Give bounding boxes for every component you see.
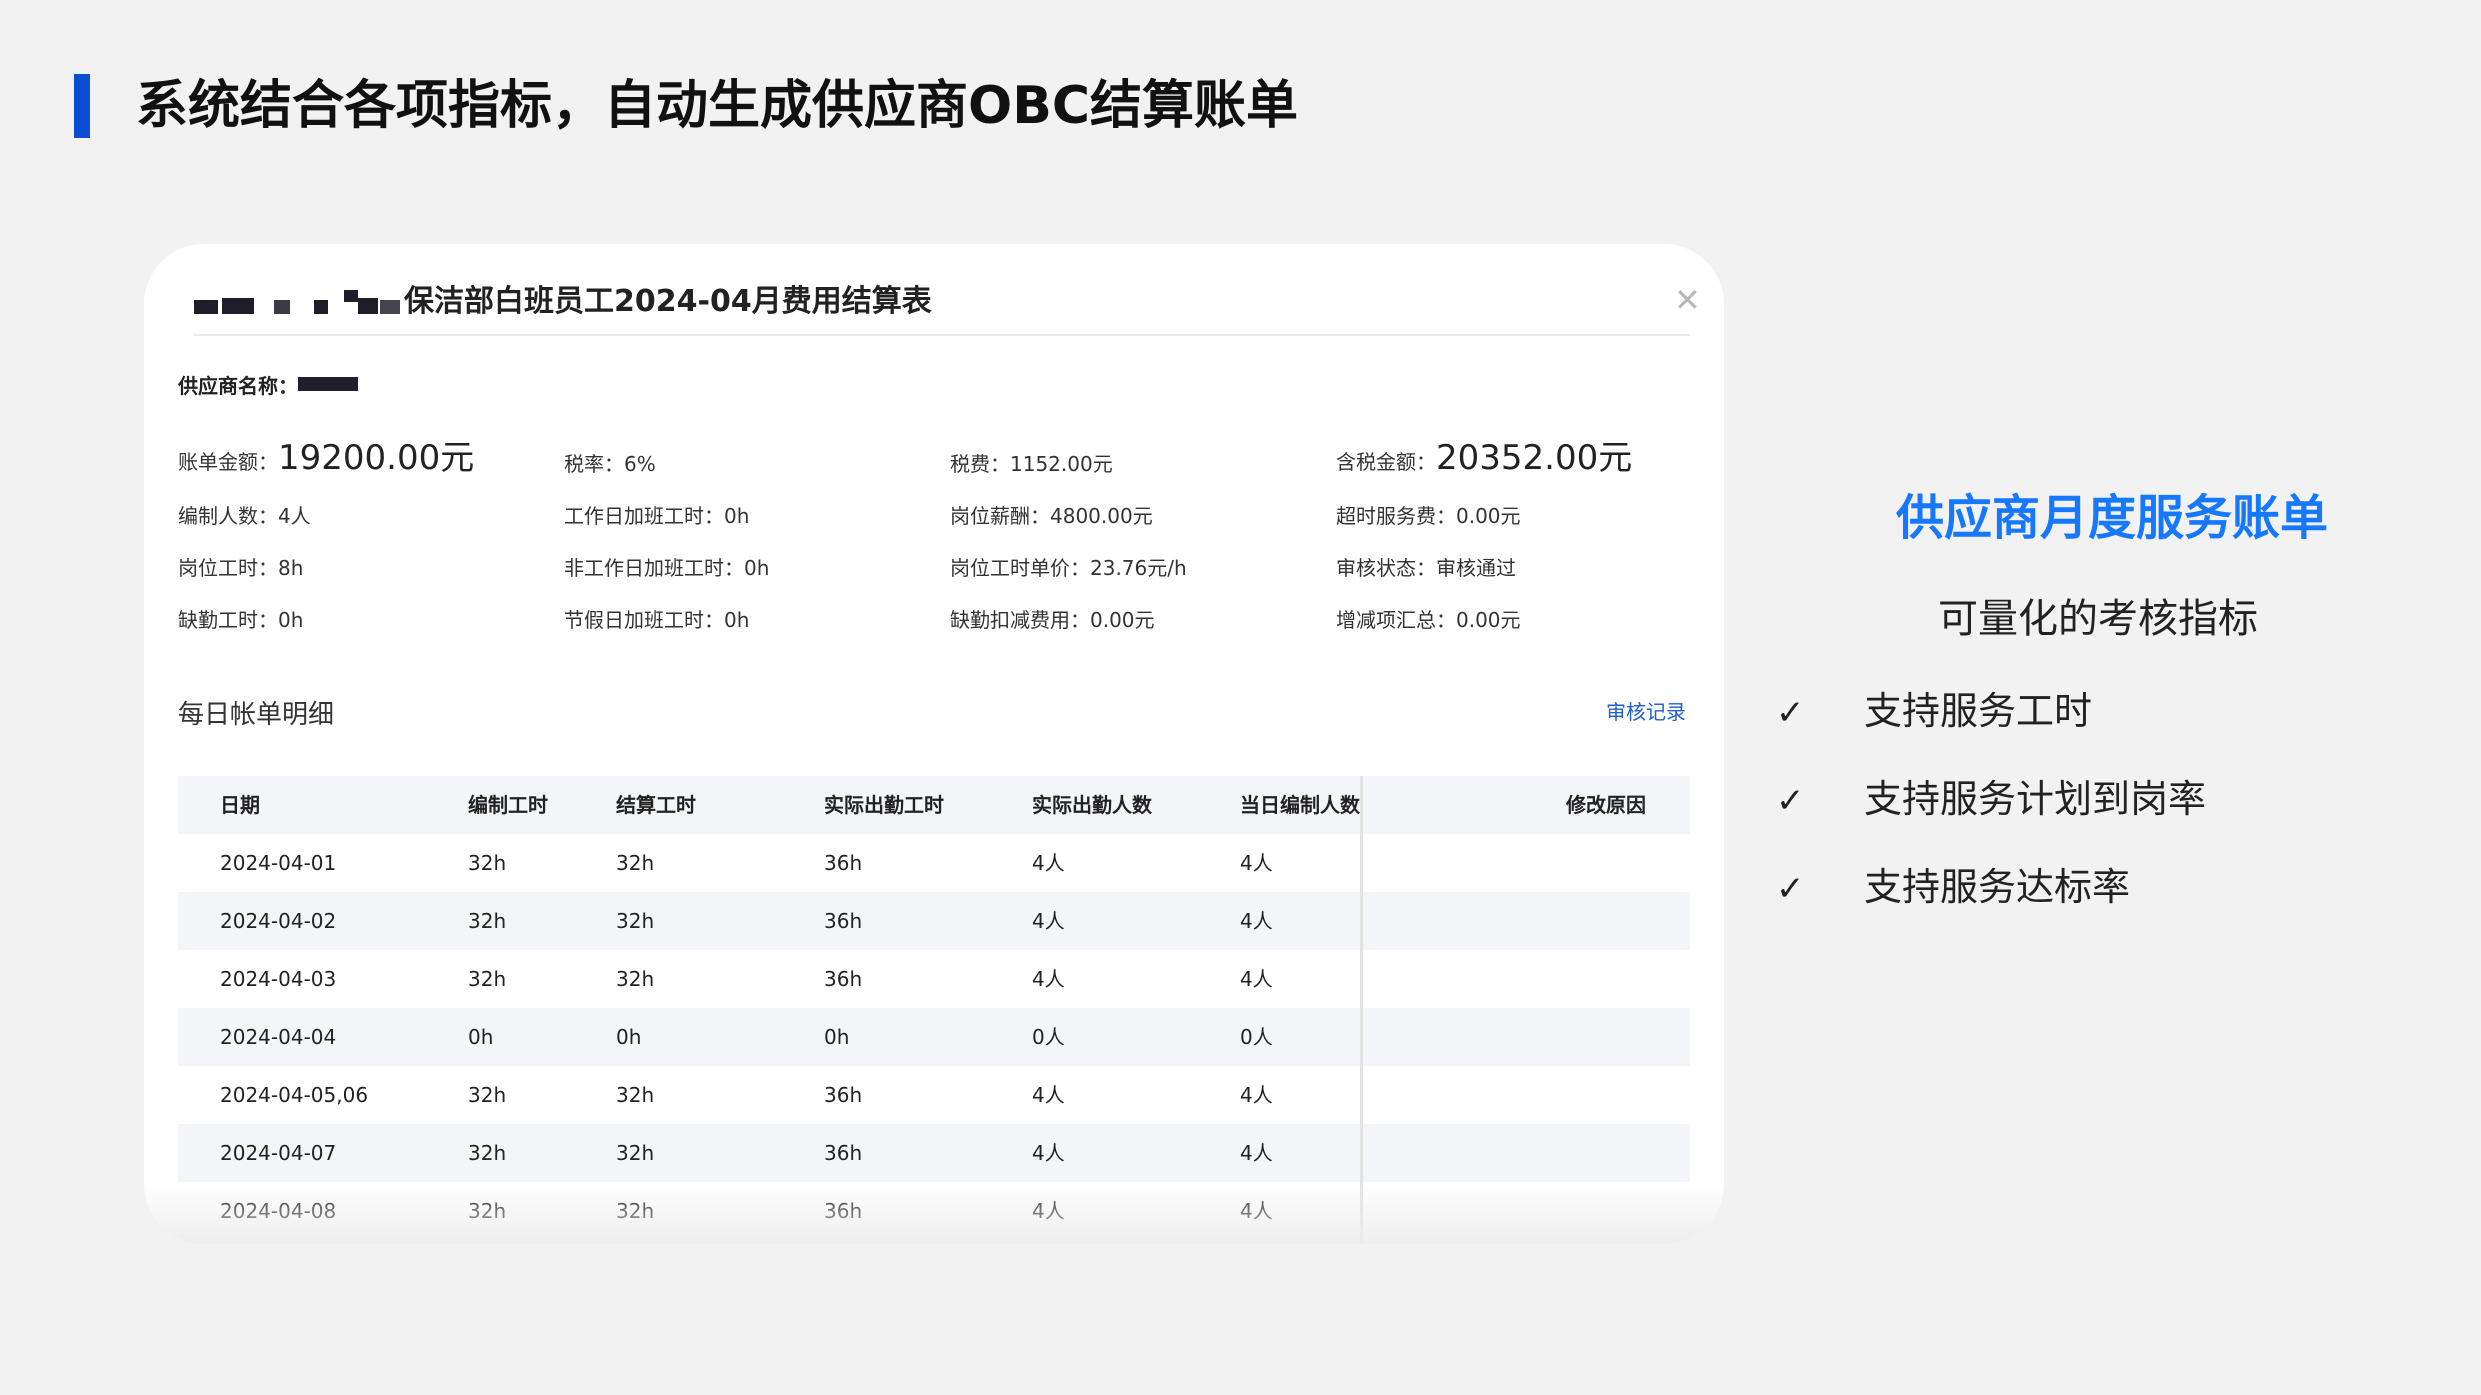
column-header[interactable]: 当日编制人数 [1240, 776, 1360, 834]
redacted-supplier-name [298, 373, 362, 397]
supplier-name: 供应商名称： [178, 370, 362, 399]
table-cell: 32h [468, 851, 507, 875]
fixed-column-divider [1360, 776, 1363, 1244]
table-cell: 4人 [1032, 1141, 1065, 1165]
table-cell: 36h [824, 1199, 863, 1223]
absence-deduction: 缺勤扣减费用：0.00元 [950, 608, 1155, 632]
non-workday-overtime: 非工作日加班工时：0h [564, 556, 770, 580]
bullet-item: ✓ 支持服务工时 [1776, 689, 2093, 733]
table-cell: 36h [824, 1141, 863, 1165]
position-hours: 岗位工时：8h [178, 556, 304, 580]
table-cell: 2024-04-02 [220, 909, 337, 933]
total-amount-value: 20352.00元 [1436, 438, 1633, 478]
headcount: 编制人数：4人 [178, 504, 311, 528]
table-cell: 32h [616, 967, 655, 991]
table-cell: 36h [824, 851, 863, 875]
table-cell: 4人 [1032, 1199, 1065, 1223]
hourly-price: 岗位工时单价：23.76元/h [950, 556, 1187, 580]
check-icon: ✓ [1776, 693, 1805, 733]
table-cell: 0人 [1032, 1025, 1065, 1049]
tax-rate: 税率：6% [564, 452, 656, 476]
column-header[interactable]: 实际出勤人数 [1032, 776, 1152, 834]
table-cell: 2024-04-01 [220, 851, 337, 875]
table-cell: 36h [824, 1083, 863, 1107]
sheet-title-text: 保洁部白班员工2024-04月费用结算表 [404, 284, 932, 319]
daily-bill-table: 日期 编制工时 结算工时 实际出勤工时 实际出勤人数 当日编制人数 修改原因 2… [178, 776, 1690, 1240]
right-subheading: 可量化的考核指标 [1938, 596, 2258, 642]
table-cell: 2024-04-04 [220, 1025, 337, 1049]
table-cell: 4人 [1240, 909, 1273, 933]
table-cell: 4人 [1240, 1141, 1273, 1165]
table-cell: 2024-04-08 [220, 1199, 337, 1223]
table-row[interactable]: 2024-04-07 32h 32h 36h 4人 4人 [178, 1124, 1690, 1182]
column-header[interactable]: 结算工时 [616, 776, 696, 834]
table-cell: 4人 [1240, 1199, 1273, 1223]
sheet-title: 保洁部白班员工2024-04月费用结算表 [194, 282, 932, 322]
holiday-overtime: 节假日加班工时：0h [564, 608, 750, 632]
table-cell: 4人 [1032, 851, 1065, 875]
column-header[interactable]: 修改原因 [1566, 776, 1646, 834]
table-cell: 36h [824, 967, 863, 991]
table-row[interactable]: 2024-04-02 32h 32h 36h 4人 4人 [178, 892, 1690, 950]
table-cell: 32h [468, 967, 507, 991]
table-cell: 32h [616, 1199, 655, 1223]
table-cell: 4人 [1032, 967, 1065, 991]
check-icon: ✓ [1776, 781, 1805, 821]
table-cell: 0h [468, 1025, 494, 1049]
table-cell: 2024-04-07 [220, 1141, 337, 1165]
redacted-company-name [194, 290, 404, 314]
table-row[interactable]: 2024-04-03 32h 32h 36h 4人 4人 [178, 950, 1690, 1008]
check-icon: ✓ [1776, 869, 1805, 909]
audit-status: 审核状态：审核通过 [1336, 556, 1516, 580]
table-row[interactable]: 2024-04-05,06 32h 32h 36h 4人 4人 [178, 1066, 1690, 1124]
table-cell: 32h [616, 1141, 655, 1165]
bullet-item: ✓ 支持服务达标率 [1776, 865, 2131, 909]
table-cell: 32h [468, 1199, 507, 1223]
table-cell: 4人 [1240, 1083, 1273, 1107]
column-header[interactable]: 日期 [220, 776, 260, 834]
close-icon[interactable]: ✕ [1674, 284, 1701, 316]
right-heading: 供应商月度服务账单 [1896, 490, 2329, 546]
table-row[interactable]: 2024-04-08 32h 32h 36h 4人 4人 [178, 1182, 1690, 1240]
table-row[interactable]: 2024-04-01 32h 32h 36h 4人 4人 [178, 834, 1690, 892]
overtime-fee: 超时服务费：0.00元 [1336, 504, 1521, 528]
table-cell: 0h [616, 1025, 642, 1049]
table-cell: 36h [824, 909, 863, 933]
table-cell: 32h [616, 851, 655, 875]
table-header: 日期 编制工时 结算工时 实际出勤工时 实际出勤人数 当日编制人数 修改原因 [178, 776, 1690, 834]
table-cell: 2024-04-05,06 [220, 1083, 369, 1107]
bullet-item: ✓ 支持服务计划到岗率 [1776, 777, 2207, 821]
table-row[interactable]: 2024-04-04 0h 0h 0h 0人 0人 [178, 1008, 1690, 1066]
table-cell: 32h [616, 909, 655, 933]
table-cell: 4人 [1032, 909, 1065, 933]
table-cell: 4人 [1240, 851, 1273, 875]
workday-overtime: 工作日加班工时：0h [564, 504, 750, 528]
table-cell: 0h [824, 1025, 850, 1049]
table-cell: 4人 [1032, 1083, 1065, 1107]
bill-amount-value: 19200.00元 [278, 438, 475, 478]
settlement-sheet-card: 保洁部白班员工2024-04月费用结算表 ✕ 供应商名称： 账单金额：19200… [144, 244, 1724, 1244]
bill-amount: 账单金额：19200.00元 [178, 438, 475, 478]
adjustment-total: 增减项汇总：0.00元 [1336, 608, 1521, 632]
daily-detail-title: 每日帐单明细 [178, 700, 335, 730]
slide-title: 系统结合各项指标，自动生成供应商OBC结算账单 [136, 76, 1299, 136]
position-salary: 岗位薪酬：4800.00元 [950, 504, 1153, 528]
supplier-label: 供应商名称： [178, 374, 298, 398]
table-cell: 0人 [1240, 1025, 1273, 1049]
table-cell: 32h [616, 1083, 655, 1107]
table-cell: 32h [468, 1141, 507, 1165]
column-header[interactable]: 编制工时 [468, 776, 548, 834]
table-cell: 32h [468, 909, 507, 933]
table-body: 2024-04-01 32h 32h 36h 4人 4人 2024-04-02 32h 32h 3… [178, 834, 1690, 1240]
absence-hours: 缺勤工时：0h [178, 608, 304, 632]
divider [194, 334, 1690, 336]
table-cell: 4人 [1240, 967, 1273, 991]
table-cell: 2024-04-03 [220, 967, 337, 991]
audit-record-link[interactable]: 审核记录 [1606, 696, 1686, 725]
tax-fee: 税费：1152.00元 [950, 452, 1113, 476]
total-amount: 含税金额：20352.00元 [1336, 438, 1633, 478]
table-cell: 32h [468, 1083, 507, 1107]
title-accent-bar [74, 74, 90, 138]
column-header[interactable]: 实际出勤工时 [824, 776, 944, 834]
